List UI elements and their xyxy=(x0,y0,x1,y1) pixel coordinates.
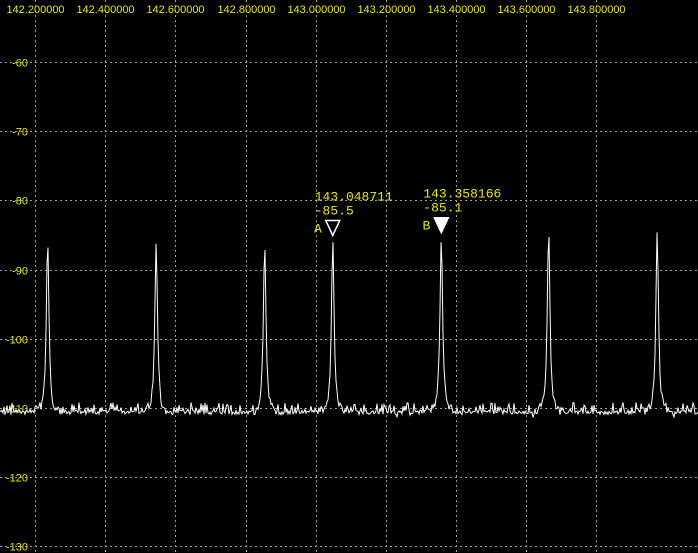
marker-b-label: B xyxy=(422,219,430,234)
x-tick-label: 143.000000 xyxy=(287,4,345,16)
grid xyxy=(0,0,698,553)
marker-a-level: -85.5 xyxy=(315,203,354,218)
x-tick-label: 142.200000 xyxy=(6,4,64,16)
x-axis-ticks: 142.200000 142.400000 142.600000 142.800000… xyxy=(6,4,625,16)
x-tick-label: 143.200000 xyxy=(357,4,415,16)
marker-a-triangle[interactable] xyxy=(324,219,341,238)
marker-b-level: -85.1 xyxy=(423,201,462,216)
marker-b-triangle[interactable] xyxy=(433,216,450,235)
y-tick-label: -100 xyxy=(6,335,28,347)
y-tick-label: -80 xyxy=(12,196,28,208)
spectrum-trace xyxy=(0,232,698,419)
markers: A 143.048711-85.5 B 143.358166-85.1 xyxy=(314,187,501,238)
marker-a-label: A xyxy=(314,221,322,236)
x-tick-label: 142.400000 xyxy=(76,4,134,16)
x-tick-label: 143.400000 xyxy=(427,4,485,16)
x-tick-label: 142.600000 xyxy=(146,4,204,16)
y-tick-label: -130 xyxy=(6,542,28,553)
marker-b-frequency: 143.358166 xyxy=(423,187,501,202)
marker-a-frequency: 143.048711 xyxy=(315,189,393,204)
x-tick-label: 143.600000 xyxy=(497,4,555,16)
y-tick-label: -120 xyxy=(6,473,28,485)
y-axis-ticks: -60-70-80-90-100-110-120-130 xyxy=(6,58,28,553)
y-tick-label: -90 xyxy=(12,266,28,278)
x-tick-label: 142.800000 xyxy=(217,4,275,16)
y-tick-label: -60 xyxy=(12,58,28,70)
spectrum-plot: 142.200000 142.400000 142.600000 142.800000… xyxy=(0,0,698,553)
x-tick-label: 143.800000 xyxy=(567,4,625,16)
y-tick-label: -70 xyxy=(12,127,28,139)
